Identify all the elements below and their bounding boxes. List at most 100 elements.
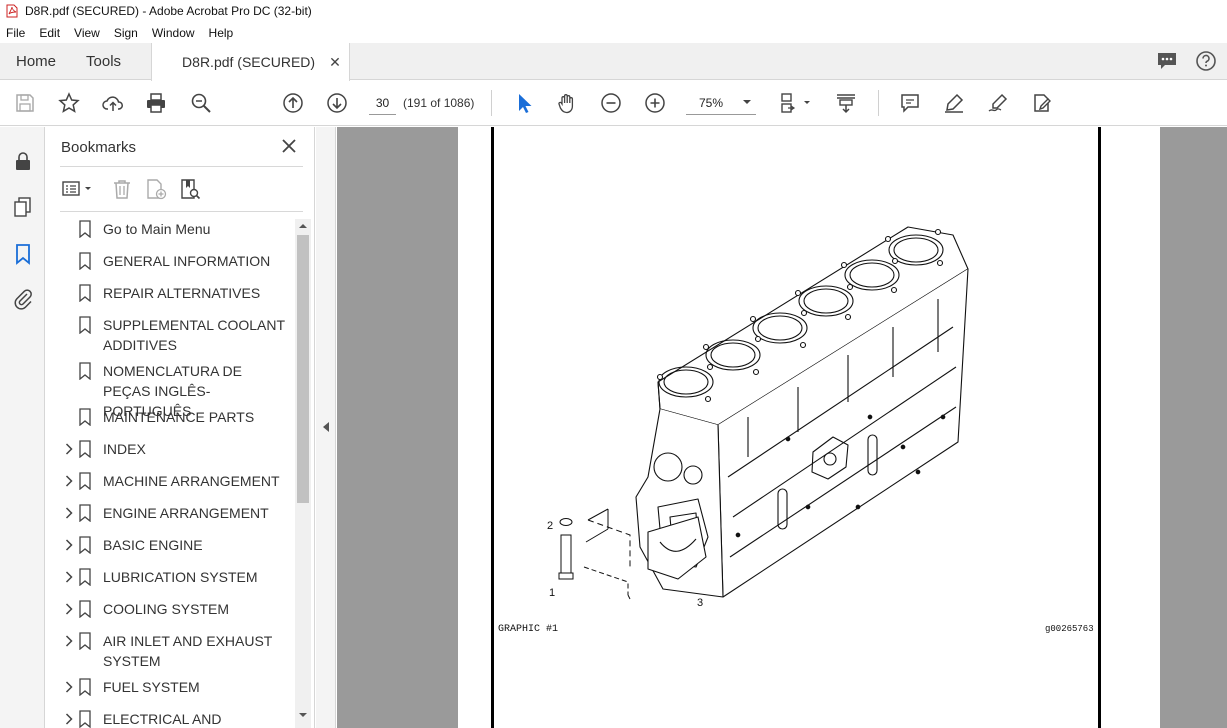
bookmark-icon <box>79 315 93 335</box>
bookmark-label: COOLING SYSTEM <box>103 601 230 617</box>
bookmark-item[interactable]: FUEL SYSTEM <box>60 677 295 697</box>
scroll-up-icon[interactable] <box>298 222 308 230</box>
zoom-level-select[interactable]: 75% <box>686 92 756 115</box>
bookmark-icon <box>79 471 93 491</box>
tab-tools[interactable]: Tools <box>72 43 137 79</box>
chevron-right-icon[interactable] <box>60 677 78 697</box>
close-tab-icon[interactable]: ✕ <box>329 54 341 71</box>
lock-icon[interactable] <box>11 149 35 173</box>
next-page-icon[interactable] <box>325 91 349 115</box>
chevron-right-icon[interactable] <box>60 535 78 555</box>
page-thumbnails-icon[interactable] <box>11 195 35 219</box>
save-icon[interactable] <box>13 91 37 115</box>
find-bookmark-icon[interactable] <box>178 177 202 201</box>
bookmark-item[interactable]: LUBRICATION SYSTEM <box>60 567 295 587</box>
bookmark-options-button[interactable] <box>60 177 98 201</box>
bookmark-label: BASIC ENGINE <box>103 537 203 553</box>
document-view[interactable]: 2 1 3 GRAPHIC #1 g00265763 <box>337 127 1227 728</box>
menu-view[interactable]: View <box>67 26 107 40</box>
bookmark-item[interactable]: GENERAL INFORMATION <box>60 251 295 271</box>
attachments-paperclip-icon[interactable] <box>11 287 35 311</box>
print-icon[interactable] <box>144 91 168 115</box>
menu-file[interactable]: File <box>0 26 32 40</box>
bookmark-icon <box>79 631 93 651</box>
chevron-right-icon[interactable] <box>60 471 78 491</box>
bookmark-label: GENERAL INFORMATION <box>103 253 271 269</box>
bookmark-item[interactable]: BASIC ENGINE <box>60 535 295 555</box>
previous-page-icon[interactable] <box>281 91 305 115</box>
bookmark-icon <box>79 361 93 381</box>
bookmark-icon <box>79 599 93 619</box>
scroll-mode-icon[interactable] <box>834 91 858 115</box>
toolbar-divider <box>491 90 492 116</box>
tab-bar: Home Tools D8R.pdf (SECURED) ✕ <box>0 43 1227 81</box>
bookmark-label: MACHINE ARRANGEMENT <box>103 473 280 489</box>
draw-sign-icon[interactable] <box>986 91 1010 115</box>
bookmark-item[interactable]: Go to Main Menu <box>60 219 295 239</box>
chevron-right-icon[interactable] <box>60 503 78 523</box>
main-toolbar: (191 of 1086) 75% <box>0 81 1227 126</box>
toolbar-divider <box>878 90 879 116</box>
close-icon[interactable] <box>280 137 298 155</box>
add-comment-icon[interactable] <box>898 91 922 115</box>
engine-block-drawing <box>558 226 969 600</box>
zoom-search-icon[interactable] <box>189 91 213 115</box>
menu-bar: File Edit View Sign Window Help <box>0 22 1227 43</box>
bookmark-item[interactable]: MAINTENANCE PARTS <box>60 407 295 427</box>
comment-icon[interactable] <box>1156 50 1178 72</box>
panel-divider <box>60 211 303 212</box>
select-cursor-icon[interactable] <box>512 91 536 115</box>
page-layout-icon[interactable] <box>778 91 814 115</box>
bookmark-label: MAINTENANCE PARTS <box>103 409 255 425</box>
edit-pdf-icon[interactable] <box>1030 91 1054 115</box>
new-bookmark-icon[interactable] <box>144 177 168 201</box>
bookmark-item[interactable]: COOLING SYSTEM <box>60 599 295 619</box>
tab-home[interactable]: Home <box>0 43 72 79</box>
panel-splitter[interactable] <box>316 127 336 728</box>
bookmark-icon <box>79 219 93 239</box>
bookmarks-toolbar <box>60 177 303 203</box>
menu-sign[interactable]: Sign <box>107 26 145 40</box>
bookmark-item[interactable]: REPAIR ALTERNATIVES <box>60 283 295 303</box>
bookmark-star-icon[interactable] <box>57 91 81 115</box>
tab-bar-actions <box>1156 50 1217 72</box>
chevron-right-icon[interactable] <box>60 567 78 587</box>
menu-window[interactable]: Window <box>145 26 202 40</box>
graphic-label: GRAPHIC #1 <box>498 624 559 635</box>
menu-edit[interactable]: Edit <box>32 26 67 40</box>
menu-help[interactable]: Help <box>202 26 241 40</box>
bookmark-label: AIR INLET AND EXHAUST SYSTEM <box>103 633 273 669</box>
callout-3: 3 <box>697 597 704 609</box>
bookmark-item[interactable]: ELECTRICAL AND STARTING <box>60 709 295 728</box>
chevron-right-icon[interactable] <box>60 439 78 459</box>
window-title: D8R.pdf (SECURED) - Adobe Acrobat Pro DC… <box>25 4 312 18</box>
page-number-input[interactable] <box>369 92 396 115</box>
delete-bookmark-icon[interactable] <box>110 177 134 201</box>
panel-divider <box>60 166 303 167</box>
bookmark-label: FUEL SYSTEM <box>103 679 200 695</box>
bookmark-icon <box>79 567 93 587</box>
upload-cloud-icon[interactable] <box>101 91 125 115</box>
scroll-down-icon[interactable] <box>298 711 308 719</box>
chevron-right-icon[interactable] <box>60 709 78 728</box>
bookmarks-panel-icon[interactable] <box>11 242 35 266</box>
tab-document[interactable]: D8R.pdf (SECURED) ✕ <box>151 43 350 81</box>
scrollbar-thumb[interactable] <box>297 235 309 503</box>
collapse-panel-icon[interactable] <box>322 421 330 433</box>
zoom-out-icon[interactable] <box>599 91 623 115</box>
help-icon[interactable] <box>1195 50 1217 72</box>
chevron-right-icon[interactable] <box>60 631 78 651</box>
bookmark-item[interactable]: MACHINE ARRANGEMENT <box>60 471 295 491</box>
bookmark-item[interactable]: INDEX <box>60 439 295 459</box>
acrobat-pdf-icon <box>6 4 18 18</box>
hand-tool-icon[interactable] <box>555 91 579 115</box>
bookmark-item[interactable]: SUPPLEMENTAL COOLANT ADDITIVES <box>60 315 295 355</box>
zoom-in-icon[interactable] <box>643 91 667 115</box>
chevron-right-icon[interactable] <box>60 599 78 619</box>
bookmark-item[interactable]: ENGINE ARRANGEMENT <box>60 503 295 523</box>
highlight-pen-icon[interactable] <box>942 91 966 115</box>
bookmark-item[interactable]: AIR INLET AND EXHAUST SYSTEM <box>60 631 295 671</box>
